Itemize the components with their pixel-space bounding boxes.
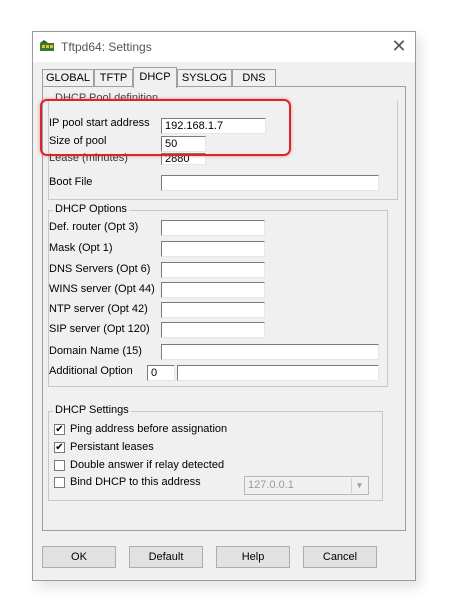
def-router-label: Def. router (Opt 3) — [49, 221, 139, 233]
tftpd-app-icon — [40, 40, 54, 51]
tab-syslog[interactable]: SYSLOG — [177, 69, 232, 86]
ping-before-assign-checkbox[interactable]: ✔ — [54, 424, 65, 435]
window-title: Tftpd64: Settings — [61, 40, 152, 54]
tab-dns[interactable]: DNS — [232, 69, 276, 86]
ntp-server-input[interactable] — [161, 302, 265, 318]
boot-file-input[interactable] — [161, 175, 379, 191]
persistant-leases-checkbox[interactable]: ✔ — [54, 442, 65, 453]
bind-address-dropdown[interactable]: 127.0.0.1 ▼ — [244, 476, 369, 495]
mask-input[interactable] — [161, 241, 265, 257]
domain-name-label: Domain Name (15) — [49, 345, 142, 357]
bind-dhcp-label: Bind DHCP to this address — [70, 476, 201, 488]
help-button[interactable]: Help — [216, 546, 290, 568]
ok-button[interactable]: OK — [42, 546, 116, 568]
wins-server-input[interactable] — [161, 282, 265, 298]
double-answer-label: Double answer if relay detected — [70, 459, 225, 471]
additional-option-value-input[interactable] — [177, 365, 379, 381]
annotation-highlight — [40, 99, 291, 156]
tab-global[interactable]: GLOBAL — [42, 69, 94, 86]
sip-server-input[interactable] — [161, 322, 265, 338]
domain-name-input[interactable] — [161, 344, 379, 360]
settings-group-title: DHCP Settings — [53, 404, 131, 416]
persistant-leases-label: Persistant leases — [70, 441, 154, 453]
dns-servers-input[interactable] — [161, 262, 265, 278]
tab-dhcp[interactable]: DHCP — [133, 67, 177, 88]
ntp-server-label: NTP server (Opt 42) — [49, 303, 148, 315]
options-group-title: DHCP Options — [53, 203, 129, 215]
boot-file-label: Boot File — [49, 176, 93, 188]
mask-label: Mask (Opt 1) — [49, 242, 113, 254]
sip-server-label: SIP server (Opt 120) — [49, 323, 150, 335]
dhcp-options-group: DHCP Options — [48, 203, 388, 387]
wins-server-label: WINS server (Opt 44) — [49, 283, 155, 295]
tab-tftp[interactable]: TFTP — [94, 69, 133, 86]
cancel-button[interactable]: Cancel — [303, 546, 377, 568]
close-icon[interactable]: ✕ — [389, 36, 409, 56]
def-router-input[interactable] — [161, 220, 265, 236]
title-bar: Tftpd64: Settings ✕ — [33, 32, 415, 62]
dns-servers-label: DNS Servers (Opt 6) — [49, 263, 151, 275]
additional-option-number-input[interactable]: 0 — [147, 365, 175, 381]
bind-address-value: 127.0.0.1 — [248, 479, 294, 491]
additional-option-label: Additional Option — [49, 365, 133, 377]
default-button[interactable]: Default — [129, 546, 203, 568]
bind-dhcp-checkbox[interactable] — [54, 477, 65, 488]
chevron-down-icon[interactable]: ▼ — [351, 478, 367, 493]
ping-before-assign-label: Ping address before assignation — [70, 423, 228, 435]
double-answer-checkbox[interactable] — [54, 460, 65, 471]
